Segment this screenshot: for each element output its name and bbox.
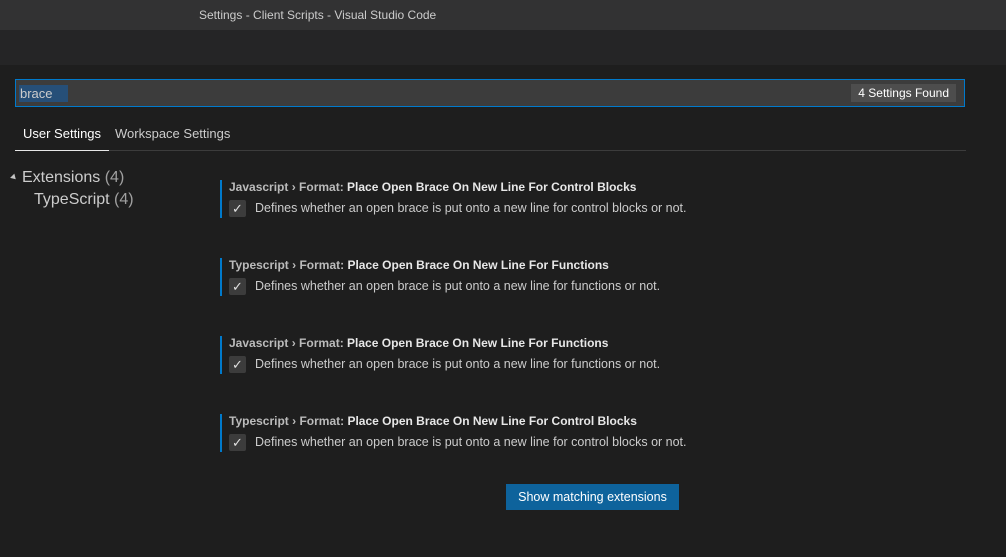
setting-description: Defines whether an open brace is put ont… bbox=[255, 279, 661, 293]
setting-category: Javascript › Format: bbox=[229, 336, 344, 350]
window-title: Settings - Client Scripts - Visual Studi… bbox=[199, 8, 437, 22]
setting-name: Place Open Brace On New Line For Functio… bbox=[347, 336, 609, 350]
editor-tab-strip bbox=[0, 30, 1006, 65]
setting-checkbox[interactable]: ✓ bbox=[229, 200, 246, 217]
setting-item: Javascript › Format: Place Open Brace On… bbox=[220, 336, 920, 374]
setting-item: Javascript › Format: Place Open Brace On… bbox=[220, 180, 920, 218]
toc-item-typescript[interactable]: TypeScript (4) bbox=[34, 191, 134, 209]
setting-title: Typescript › Format: Place Open Brace On… bbox=[229, 258, 609, 273]
settings-target-tabs: User Settings Workspace Settings bbox=[14, 116, 966, 151]
setting-modified-indicator bbox=[220, 258, 222, 296]
setting-checkbox[interactable]: ✓ bbox=[229, 356, 246, 373]
toc-item-label: TypeScript bbox=[34, 191, 110, 208]
toc-item-count: (4) bbox=[104, 169, 125, 186]
tab-user-settings[interactable]: User Settings bbox=[14, 126, 110, 151]
toc-item-count: (4) bbox=[114, 191, 134, 208]
show-matching-extensions-button[interactable]: Show matching extensions bbox=[506, 484, 679, 510]
tab-workspace-settings[interactable]: Workspace Settings bbox=[115, 126, 230, 141]
setting-category: Typescript › Format: bbox=[229, 414, 345, 428]
setting-name: Place Open Brace On New Line For Functio… bbox=[347, 258, 609, 272]
setting-checkbox[interactable]: ✓ bbox=[229, 434, 246, 451]
settings-found-badge: 4 Settings Found bbox=[851, 84, 956, 102]
setting-name: Place Open Brace On New Line For Control… bbox=[347, 414, 637, 428]
chevron-expanded-icon bbox=[10, 173, 18, 182]
setting-modified-indicator bbox=[220, 180, 222, 218]
setting-description: Defines whether an open brace is put ont… bbox=[255, 435, 687, 449]
setting-category: Typescript › Format: bbox=[229, 258, 345, 272]
toc-item-extensions[interactable]: Extensions (4) bbox=[10, 169, 125, 187]
setting-description: Defines whether an open brace is put ont… bbox=[255, 201, 687, 215]
setting-checkbox[interactable]: ✓ bbox=[229, 278, 246, 295]
setting-title: Typescript › Format: Place Open Brace On… bbox=[229, 414, 637, 429]
setting-title: Javascript › Format: Place Open Brace On… bbox=[229, 336, 608, 351]
setting-category: Javascript › Format: bbox=[229, 180, 344, 194]
settings-search-box[interactable]: brace 4 Settings Found bbox=[15, 79, 965, 107]
setting-item: Typescript › Format: Place Open Brace On… bbox=[220, 258, 920, 296]
setting-name: Place Open Brace On New Line For Control… bbox=[347, 180, 637, 194]
toc-item-label: Extensions bbox=[22, 169, 101, 186]
setting-title: Javascript › Format: Place Open Brace On… bbox=[229, 180, 636, 195]
setting-item: Typescript › Format: Place Open Brace On… bbox=[220, 414, 920, 452]
settings-editor: brace 4 Settings Found User Settings Wor… bbox=[0, 65, 1006, 557]
setting-modified-indicator bbox=[220, 336, 222, 374]
settings-search-input[interactable]: brace bbox=[20, 85, 53, 102]
setting-description: Defines whether an open brace is put ont… bbox=[255, 357, 661, 371]
title-bar: Settings - Client Scripts - Visual Studi… bbox=[0, 0, 1006, 30]
setting-modified-indicator bbox=[220, 414, 222, 452]
